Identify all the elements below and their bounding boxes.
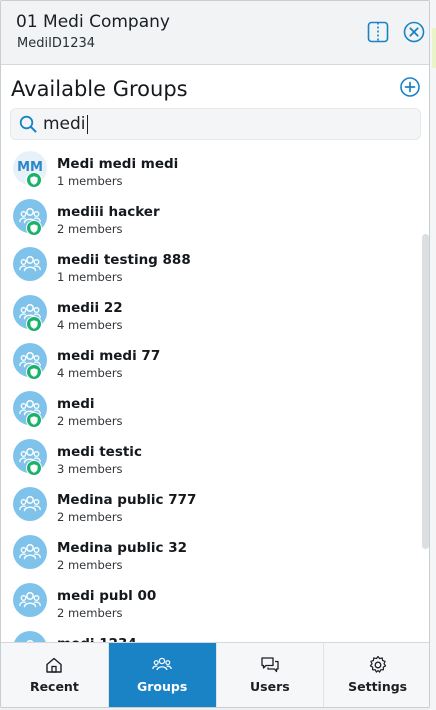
group-list-item[interactable]: MM Medi medi medi 1 members xyxy=(1,149,421,197)
text-caret xyxy=(87,115,88,134)
company-name: 01 Medi Company xyxy=(16,12,170,32)
bottom-tab-bar: Recent Groups Users Settings xyxy=(1,642,429,707)
protected-badge xyxy=(26,364,42,380)
search-icon xyxy=(19,115,37,133)
protected-badge xyxy=(26,412,42,428)
home-icon xyxy=(46,657,63,673)
groups-icon xyxy=(152,657,172,671)
group-member-count: 4 members xyxy=(57,318,123,332)
group-list-item[interactable]: medii testing 888 1 members xyxy=(1,245,421,293)
group-avatar xyxy=(13,631,47,642)
group-name: Medina public 32 xyxy=(57,540,187,556)
shield-icon xyxy=(30,319,38,329)
group-name: medii 22 xyxy=(57,300,123,316)
page-title: Available Groups xyxy=(11,77,188,101)
close-icon[interactable] xyxy=(402,20,426,44)
chat-icon xyxy=(261,657,279,673)
group-name: medi testic xyxy=(57,444,142,460)
protected-badge xyxy=(26,172,42,188)
tab-label: Users xyxy=(250,679,290,694)
tab-groups[interactable]: Groups xyxy=(108,643,217,707)
shield-icon xyxy=(30,223,38,233)
title-row: Available Groups xyxy=(1,65,429,109)
group-list: MM Medi medi medi 1 members mediii hacker 2 … xyxy=(1,149,421,642)
group-member-count: 2 members xyxy=(57,414,123,428)
protected-badge xyxy=(26,316,42,332)
group-icon xyxy=(19,496,41,512)
shield-icon xyxy=(30,463,38,473)
group-member-count: 2 members xyxy=(57,510,123,524)
scrollbar[interactable] xyxy=(422,234,429,549)
group-avatar xyxy=(13,247,47,281)
tab-users[interactable]: Users xyxy=(217,643,325,707)
split-view-icon[interactable] xyxy=(366,20,390,44)
group-list-item[interactable]: medii 22 4 members xyxy=(1,293,421,341)
shield-icon xyxy=(30,175,38,185)
group-icon xyxy=(19,544,41,560)
protected-badge xyxy=(26,220,42,236)
group-name: mediii hacker xyxy=(57,204,160,220)
group-list-item[interactable]: Medina public 32 2 members xyxy=(1,533,421,581)
group-list-item[interactable]: medi testic 3 members xyxy=(1,437,421,485)
group-list-item[interactable]: mediii hacker 2 members xyxy=(1,197,421,245)
group-name: Medi medi medi xyxy=(57,156,179,172)
group-avatar xyxy=(13,583,47,617)
search-input[interactable] xyxy=(43,112,403,136)
background-app xyxy=(430,0,436,710)
group-name: medi publ 00 xyxy=(57,588,157,604)
group-member-count: 3 members xyxy=(57,462,123,476)
tab-label: Recent xyxy=(29,679,79,694)
groups-panel: 01 Medi Company MediID1234 Available Gro… xyxy=(0,0,430,708)
group-list-item[interactable]: medi 1234 xyxy=(1,629,421,642)
search-bar xyxy=(10,108,421,140)
tab-settings[interactable]: Settings xyxy=(324,643,429,707)
group-member-count: 2 members xyxy=(57,606,123,620)
group-list-item[interactable]: medi medi 77 4 members xyxy=(1,341,421,389)
group-name: Medina public 777 xyxy=(57,492,197,508)
panel-header: 01 Medi Company MediID1234 xyxy=(1,1,429,65)
group-member-count: 4 members xyxy=(57,366,123,380)
group-icon xyxy=(19,592,41,608)
group-avatar xyxy=(13,535,47,569)
group-name: medii testing 888 xyxy=(57,252,191,268)
group-list-item[interactable]: medi 2 members xyxy=(1,389,421,437)
group-avatar xyxy=(13,487,47,521)
tab-label: Groups xyxy=(136,679,188,694)
group-member-count: 1 members xyxy=(57,174,123,188)
group-name: medi xyxy=(57,396,95,412)
protected-badge xyxy=(26,460,42,476)
company-id: MediID1234 xyxy=(17,36,96,51)
gear-icon xyxy=(369,655,386,673)
group-member-count: 1 members xyxy=(57,270,123,284)
tab-label: Settings xyxy=(348,679,408,694)
shield-icon xyxy=(30,367,38,377)
group-member-count: 2 members xyxy=(57,558,123,572)
group-member-count: 2 members xyxy=(57,222,123,236)
group-list-item[interactable]: medi publ 00 2 members xyxy=(1,581,421,629)
group-icon xyxy=(19,256,41,272)
add-group-icon[interactable] xyxy=(399,76,421,98)
tab-recent[interactable]: Recent xyxy=(1,643,109,707)
background-accent xyxy=(432,28,436,68)
shield-icon xyxy=(30,415,38,425)
group-list-item[interactable]: Medina public 777 2 members xyxy=(1,485,421,533)
group-name: medi medi 77 xyxy=(57,348,161,364)
